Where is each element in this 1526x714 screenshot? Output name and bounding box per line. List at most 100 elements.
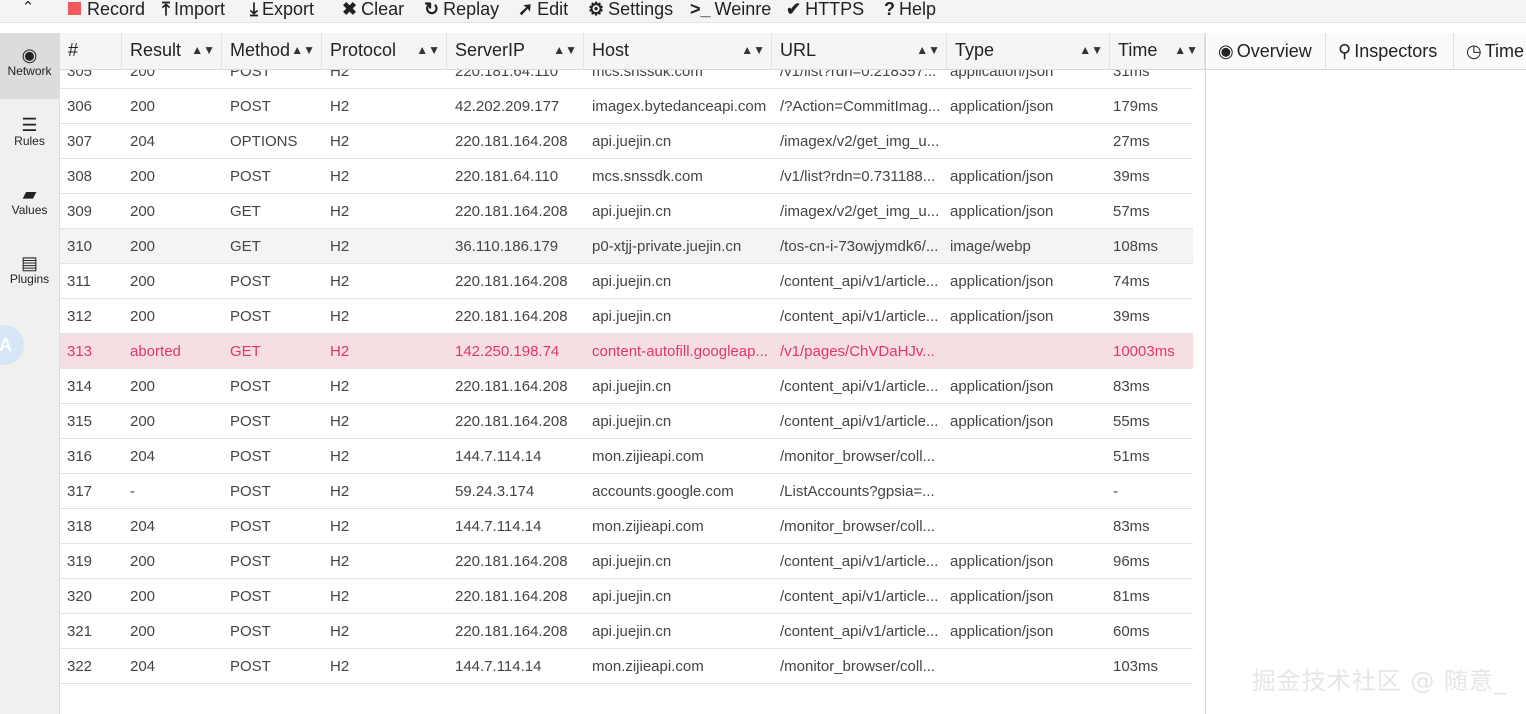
cell-serverip: 220.181.164.208 [455, 308, 568, 325]
cell-time: 83ms [1113, 378, 1150, 395]
table-row[interactable]: 307 204 OPTIONS H2 220.181.164.208 api.juejin… [60, 124, 1193, 159]
cell-time: 179ms [1113, 98, 1159, 115]
sort-icon: ▲▼ [1079, 43, 1103, 57]
help-button[interactable]: ? Help [884, 0, 936, 22]
column-header-serverip[interactable]: ServerIP ▲▼ [447, 33, 584, 69]
cell-serverip: 220.181.164.208 [455, 203, 568, 220]
cell-time: 103ms [1113, 658, 1159, 675]
sidebar-item-values[interactable]: ▰ Values [0, 172, 59, 238]
gear-icon: ⚙ [588, 0, 605, 19]
cell-result: 200 [130, 378, 156, 395]
sidebar-item-network[interactable]: ◉ Network [0, 33, 59, 99]
table-row[interactable]: 311 200 POST H2 220.181.164.208 api.juejin.cn… [60, 264, 1193, 299]
sidebar-item-rules[interactable]: ☰ Rules [0, 103, 59, 169]
sidebar-item-plugins[interactable]: ▤ Plugins [0, 241, 59, 307]
cell-serverip: 59.24.3.174 [455, 483, 535, 500]
sidebar-item-label: Network [7, 64, 52, 78]
cell-host: api.juejin.cn [592, 308, 672, 325]
detail-panel: ◉ Overview ⚲ Inspectors ◷ Time 掘金技术社区 @ 随意_ [1205, 33, 1526, 714]
replay-label: Replay [443, 0, 500, 19]
settings-button[interactable]: ⚙ Settings [588, 0, 673, 22]
cell-serverip: 142.250.198.74 [455, 343, 560, 360]
cell-protocol: H2 [330, 658, 350, 675]
cell-num: 322 [67, 658, 93, 675]
weinre-button[interactable]: >_ Weinre [690, 0, 771, 22]
cell-url: /content_api/v1/article... [780, 308, 939, 325]
column-header-method[interactable]: Method ▲▼ [222, 33, 322, 69]
cell-time: 51ms [1113, 448, 1150, 465]
cell-type: application/json [950, 413, 1054, 430]
table-body: 304200OPTIONSH242.202.209.177imagex.byte… [60, 33, 1193, 684]
help-icon: ? [884, 0, 895, 19]
cell-type: application/json [950, 553, 1054, 570]
record-button[interactable]: Record [68, 0, 145, 22]
cell-type: application/json [950, 273, 1054, 290]
column-header-num[interactable]: # [60, 33, 122, 69]
table-row[interactable]: 313 aborted GET H2 142.250.198.74 content-aut… [60, 334, 1193, 369]
cell-result: 204 [130, 658, 156, 675]
table-row[interactable]: 308 200 POST H2 220.181.64.110 mcs.snssdk.com… [60, 159, 1193, 194]
translate-icon[interactable]: A [0, 325, 24, 365]
cell-protocol: H2 [330, 168, 350, 185]
table-row[interactable]: 321 200 POST H2 220.181.164.208 api.juejin.cn… [60, 614, 1193, 649]
cell-result: 200 [130, 623, 156, 640]
cell-num: 320 [67, 588, 93, 605]
cell-host: api.juejin.cn [592, 588, 672, 605]
column-header-host[interactable]: Host ▲▼ [584, 33, 772, 69]
tab-inspectors[interactable]: ⚲ Inspectors [1326, 33, 1454, 69]
column-header-result[interactable]: Result ▲▼ [122, 33, 222, 69]
table-row[interactable]: 318 204 POST H2 144.7.114.14 mon.zijieapi.com… [60, 509, 1193, 544]
tab-overview[interactable]: ◉ Overview [1206, 33, 1326, 69]
clear-button[interactable]: ✖ Clear [342, 0, 404, 22]
column-header-label: # [68, 40, 79, 60]
cell-protocol: H2 [330, 378, 350, 395]
table-row[interactable]: 315 200 POST H2 220.181.164.208 api.juejin.cn… [60, 404, 1193, 439]
import-button[interactable]: ⤒ Import [162, 0, 225, 22]
export-icon: ⤓ [250, 0, 258, 19]
collapse-toolbar-button[interactable]: ⌃ [18, 0, 38, 20]
https-button[interactable]: ✔ HTTPS [786, 0, 864, 22]
export-button[interactable]: ⤓ Export [250, 0, 314, 22]
table-row[interactable]: 316 204 POST H2 144.7.114.14 mon.zijieapi.com… [60, 439, 1193, 474]
cell-num: 314 [67, 378, 93, 395]
scrollbar-track[interactable] [1193, 69, 1205, 714]
sort-icon: ▲▼ [191, 43, 215, 57]
cell-url: /imagex/v2/get_img_u... [780, 133, 940, 150]
weinre-label: Weinre [714, 0, 772, 19]
table-row[interactable]: 312 200 POST H2 220.181.164.208 api.juejin.cn… [60, 299, 1193, 334]
cell-host: mon.zijieapi.com [592, 448, 704, 465]
table-row[interactable]: 310 200 GET H2 36.110.186.179 p0-xtjj-private… [60, 229, 1193, 264]
table-row[interactable]: 319 200 POST H2 220.181.164.208 api.juejin.cn… [60, 544, 1193, 579]
cell-num: 310 [67, 238, 93, 255]
cell-host: api.juejin.cn [592, 553, 672, 570]
sidebar: ◉ Network ☰ Rules ▰ Values ▤ Plugins A [0, 33, 60, 714]
cell-result: 200 [130, 203, 156, 220]
cell-protocol: H2 [330, 133, 350, 150]
column-header-type[interactable]: Type ▲▼ [947, 33, 1110, 69]
table-row[interactable]: 314 200 POST H2 220.181.164.208 api.juejin.cn… [60, 369, 1193, 404]
table-row[interactable]: 322 204 POST H2 144.7.114.14 mon.zijieapi.com… [60, 649, 1193, 684]
replay-button[interactable]: ↻ Replay [424, 0, 499, 22]
cell-time: 57ms [1113, 203, 1150, 220]
column-header-protocol[interactable]: Protocol ▲▼ [322, 33, 447, 69]
cell-num: 315 [67, 413, 93, 430]
table-row[interactable]: 320 200 POST H2 220.181.164.208 api.juejin.cn… [60, 579, 1193, 614]
cell-time: 27ms [1113, 133, 1150, 150]
edit-button[interactable]: ➚ Edit [518, 0, 568, 22]
column-header-time[interactable]: Time ▲▼ [1110, 33, 1205, 69]
cell-time: 39ms [1113, 308, 1150, 325]
cell-num: 309 [67, 203, 93, 220]
cell-serverip: 42.202.209.177 [455, 98, 560, 115]
column-header-url[interactable]: URL ▲▼ [772, 33, 947, 69]
record-label: Record [87, 0, 146, 19]
edit-icon: ➚ [518, 0, 534, 19]
table-row[interactable]: 309 200 GET H2 220.181.164.208 api.juejin.cn /… [60, 194, 1193, 229]
sidebar-item-label: Values [11, 203, 48, 217]
cell-num: 313 [67, 343, 93, 360]
cell-result: 200 [130, 98, 156, 115]
cell-result: 204 [130, 448, 156, 465]
import-icon: ⤒ [162, 0, 170, 19]
table-row[interactable]: 317 - POST H2 59.24.3.174 accounts.google.com… [60, 474, 1193, 509]
table-row[interactable]: 306 200 POST H2 42.202.209.177 imagex.bytedan… [60, 89, 1193, 124]
tab-timeline[interactable]: ◷ Time [1454, 33, 1526, 69]
